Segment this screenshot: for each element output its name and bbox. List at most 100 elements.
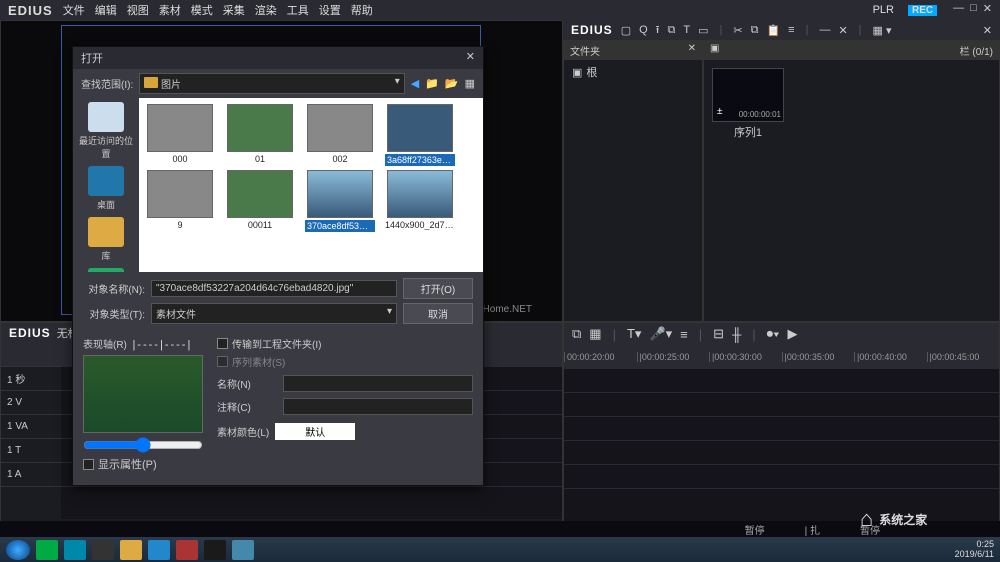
file-item[interactable]: 9: [145, 170, 215, 232]
menu-capture[interactable]: 采集: [223, 2, 245, 18]
paste-icon[interactable]: 📋: [766, 24, 780, 37]
start-button[interactable]: [6, 540, 30, 560]
new-folder2-icon[interactable]: 📂: [445, 77, 459, 90]
tb-app3-icon[interactable]: [232, 540, 254, 560]
file-thumb: [147, 104, 213, 152]
file-name: 000: [145, 154, 215, 164]
minimize-icon[interactable]: —: [953, 2, 964, 18]
tl-slider-icon[interactable]: ╫: [732, 327, 741, 342]
close2-icon[interactable]: ✕: [838, 24, 847, 37]
file-list[interactable]: 000 01 002 3a68ff27363e1... 900011370ace8df5…: [139, 98, 483, 272]
menu-tools[interactable]: 工具: [287, 2, 309, 18]
title-icon[interactable]: ▭: [698, 24, 708, 37]
menu-file[interactable]: 文件: [63, 2, 85, 18]
menu-clip[interactable]: 素材: [159, 2, 181, 18]
place-libraries[interactable]: 库: [75, 217, 137, 262]
menu-render[interactable]: 渲染: [255, 2, 277, 18]
bin-close-icon[interactable]: ✕: [983, 24, 992, 37]
dialog-title: 打开: [81, 50, 103, 66]
tb-edius-icon[interactable]: [204, 540, 226, 560]
tb-ie-icon[interactable]: [36, 540, 58, 560]
place-desktop[interactable]: 桌面: [75, 166, 137, 211]
system-tray[interactable]: 0:25 2019/6/11: [955, 540, 994, 560]
delete-icon[interactable]: —: [819, 24, 830, 36]
file-item[interactable]: 00011: [225, 170, 295, 232]
cut-icon[interactable]: ✂: [733, 24, 742, 37]
tree-root[interactable]: ▣根: [564, 60, 702, 84]
file-item[interactable]: 370ace8df53227a204d64c76ebad: [305, 170, 375, 232]
track-names: 1 秒 2 V 1 VA 1 T 1 A: [1, 343, 61, 519]
maximize-icon[interactable]: □: [970, 2, 977, 18]
menu-edit[interactable]: 编辑: [95, 2, 117, 18]
preview-thumb: [83, 355, 203, 433]
file-item[interactable]: 01: [225, 104, 295, 166]
tb-app1-icon[interactable]: [64, 540, 86, 560]
file-item[interactable]: 002: [305, 104, 375, 166]
tl-play-icon[interactable]: ▶: [788, 326, 798, 342]
track-1s[interactable]: 1 秒: [1, 367, 61, 391]
dialog-close-icon[interactable]: ✕: [466, 50, 475, 66]
track-1va[interactable]: 1 VA: [1, 415, 61, 439]
filetype-select[interactable]: 素材文件▾: [151, 303, 397, 324]
menu-mode[interactable]: 模式: [191, 2, 213, 18]
back-icon[interactable]: ◀: [411, 77, 419, 90]
file-thumb: [387, 170, 453, 218]
tl-link-icon[interactable]: ⊟: [713, 326, 724, 342]
xfer-check[interactable]: 传输到工程文件夹(I): [217, 336, 473, 351]
color-swatch[interactable]: 默认: [275, 423, 355, 440]
file-item[interactable]: 1440x900_2d7e...: [385, 170, 455, 232]
track-1t[interactable]: 1 T: [1, 439, 61, 463]
axis-display: |----|----|: [132, 339, 192, 351]
tree-root-label: 根: [586, 64, 597, 80]
tb-app2-icon[interactable]: [148, 540, 170, 560]
tl-rec-icon[interactable]: ⏺▾: [767, 326, 780, 342]
tl-mode-icon[interactable]: T▾: [627, 326, 641, 342]
note-input[interactable]: [283, 398, 473, 415]
filename-input[interactable]: [151, 280, 397, 297]
new-folder-icon[interactable]: ▢: [621, 24, 631, 37]
copy-icon[interactable]: ⧉: [751, 24, 759, 37]
tb-qq-icon[interactable]: [92, 540, 114, 560]
file-item[interactable]: 3a68ff27363e1...: [385, 104, 455, 166]
menu-help[interactable]: 帮助: [351, 2, 373, 18]
show-attr-check[interactable]: 显示属性(P): [83, 456, 203, 472]
preview-slider[interactable]: [83, 437, 203, 453]
timeline-body[interactable]: 00:00:20:00 |00:00:25:00 |00:00:30:00 |0…: [564, 345, 999, 521]
folder-select[interactable]: 图片 ▾: [139, 73, 405, 94]
close-icon[interactable]: ✕: [983, 2, 992, 18]
menubar: EDIUS 文件 编辑 视图 素材 模式 采集 渲染 工具 设置 帮助 PLR …: [0, 0, 945, 20]
up-icon[interactable]: ⭱: [656, 21, 660, 40]
props-icon[interactable]: ≡: [788, 24, 794, 36]
menu-view[interactable]: 视图: [127, 2, 149, 18]
tl-mic-icon[interactable]: 🎤▾: [649, 326, 672, 342]
tool-icon[interactable]: ⧉: [668, 24, 676, 37]
menu-settings[interactable]: 设置: [319, 2, 341, 18]
clip-timecode: 00:00:00:01: [739, 110, 781, 119]
open-dialog: 打开 ✕ 查找范围(I): 图片 ▾ ◀ 📁 📂 ▦ 最近访问的位置 桌面 库 …: [72, 46, 484, 486]
tree-close-icon[interactable]: ✕: [688, 43, 696, 58]
track-2v[interactable]: 2 V: [1, 391, 61, 415]
search-icon[interactable]: Q: [639, 24, 648, 36]
place-recent[interactable]: 最近访问的位置: [75, 102, 137, 160]
tl-tool2-icon[interactable]: ▦: [589, 326, 601, 342]
place-desktop-label: 桌面: [75, 198, 137, 211]
view-icon[interactable]: ▦ ▾: [873, 24, 892, 37]
view-grid-icon[interactable]: ▦: [465, 77, 475, 90]
cancel-button[interactable]: 取消: [403, 303, 473, 324]
tb-firefox-icon[interactable]: [176, 540, 198, 560]
file-thumb: [307, 104, 373, 152]
open-button[interactable]: 打开(O): [403, 278, 473, 299]
file-name: 002: [305, 154, 375, 164]
timeline-toolbar: ⧉ ▦ | T▾ 🎤▾ ≡ | ⊟ ╫ | ⏺▾ ▶: [564, 323, 999, 345]
file-item[interactable]: 000: [145, 104, 215, 166]
text-icon[interactable]: T: [683, 24, 690, 36]
filetype-value: 素材文件: [156, 310, 196, 321]
name-input[interactable]: [283, 375, 473, 392]
tb-explorer-icon[interactable]: [120, 540, 142, 560]
tl-eq-icon[interactable]: ≡: [680, 327, 688, 342]
timeline-ruler[interactable]: 00:00:20:00 |00:00:25:00 |00:00:30:00 |0…: [564, 345, 999, 369]
bin-clip[interactable]: ± 00:00:00:01 序列1: [712, 68, 784, 140]
tl-tool1-icon[interactable]: ⧉: [572, 326, 581, 342]
up-folder-icon[interactable]: 📁: [425, 77, 439, 90]
track-1a[interactable]: 1 A: [1, 463, 61, 487]
